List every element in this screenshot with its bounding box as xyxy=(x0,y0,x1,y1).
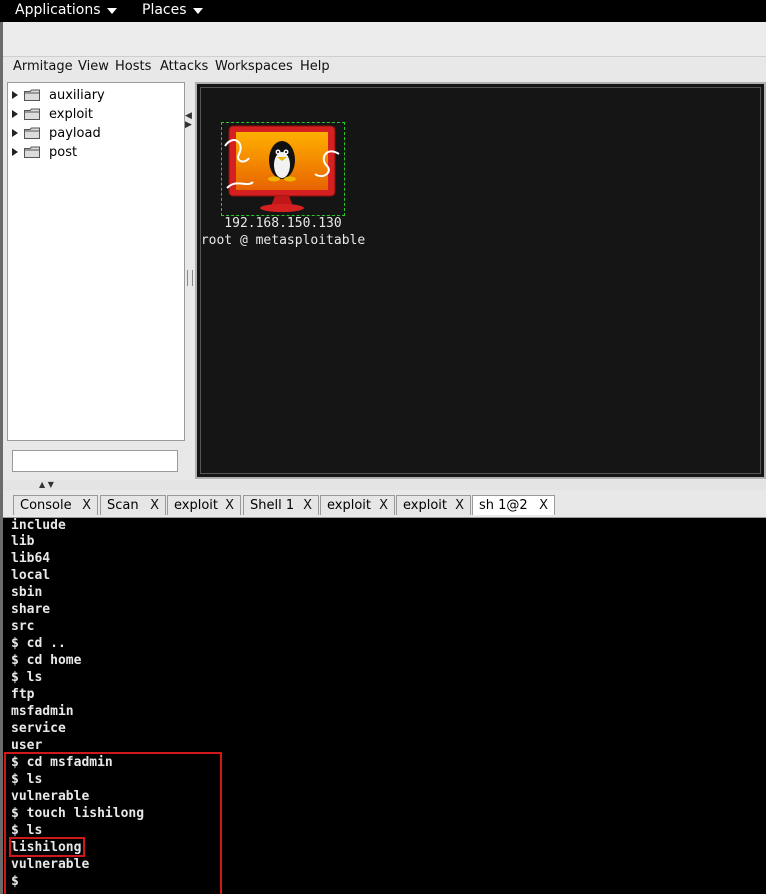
tree-item-auxiliary[interactable]: auxiliary xyxy=(12,86,105,104)
annotation-highlight-box xyxy=(4,752,222,894)
console-line: sbin xyxy=(11,585,43,600)
tab-exploit[interactable]: exploit X xyxy=(396,495,471,515)
tab-label: Scan xyxy=(107,498,139,513)
folder-icon xyxy=(24,127,40,139)
tab-exploit[interactable]: exploit X xyxy=(167,495,241,515)
console-line: share xyxy=(11,602,51,617)
close-icon[interactable]: X xyxy=(303,498,312,513)
tree-item-label: payload xyxy=(49,125,101,141)
console-line: $ cd home xyxy=(11,653,82,668)
close-icon[interactable]: X xyxy=(455,498,464,513)
expand-arrow-icon[interactable] xyxy=(12,91,18,99)
console-line: local xyxy=(11,568,51,583)
close-icon[interactable]: X xyxy=(539,498,548,513)
close-icon[interactable]: X xyxy=(379,498,388,513)
tree-item-post[interactable]: post xyxy=(12,143,77,161)
host-ip-label: 192.168.150.130 xyxy=(224,216,342,231)
menu-bar: Armitage View Hosts Attacks Workspaces H… xyxy=(3,57,766,79)
tree-item-exploit[interactable]: exploit xyxy=(12,105,93,123)
close-icon[interactable]: X xyxy=(150,498,159,513)
menu-view[interactable]: View xyxy=(78,59,109,74)
folder-icon xyxy=(24,89,40,101)
tab-label: Shell 1 xyxy=(250,498,295,513)
tab-shell-1[interactable]: Shell 1 X xyxy=(243,495,319,515)
places-menu[interactable]: Places xyxy=(142,2,203,18)
chevron-down-icon xyxy=(192,7,203,14)
tree-item-label: post xyxy=(49,144,78,160)
compromised-host-icon[interactable] xyxy=(223,124,343,214)
console-line: lib xyxy=(11,534,35,549)
tab-label: exploit xyxy=(174,498,218,513)
console-tabs: Console X Scan X exploit X Shell 1 X exp… xyxy=(3,493,766,518)
expand-arrow-icon[interactable] xyxy=(12,110,18,118)
applications-label: Applications xyxy=(15,2,101,18)
console-line: ftp xyxy=(11,687,35,702)
expand-arrow-icon[interactable] xyxy=(12,148,18,156)
horizontal-splitter[interactable]: ▲ ▼ xyxy=(3,480,766,490)
console-line: src xyxy=(11,619,35,634)
console-line: $ cd .. xyxy=(11,636,66,651)
console-line: include xyxy=(11,518,66,533)
console-line: service xyxy=(11,721,66,736)
tab-label: sh 1@2 xyxy=(479,498,528,513)
splitter-arrows-icon[interactable]: ▲ ▼ xyxy=(39,480,54,489)
splitter-arrows-icon[interactable]: ◀ ▶ xyxy=(185,112,193,142)
menu-hosts[interactable]: Hosts xyxy=(115,59,151,74)
expand-arrow-icon[interactable] xyxy=(12,129,18,137)
tab-exploit[interactable]: exploit X xyxy=(320,495,395,515)
close-icon[interactable]: X xyxy=(82,498,91,513)
console-line: msfadmin xyxy=(11,704,74,719)
folder-icon xyxy=(24,108,40,120)
tab-scan[interactable]: Scan X xyxy=(100,495,166,515)
menu-attacks[interactable]: Attacks xyxy=(160,59,208,74)
tree-item-payload[interactable]: payload xyxy=(12,124,101,142)
places-label: Places xyxy=(142,2,187,18)
menu-workspaces[interactable]: Workspaces xyxy=(215,59,293,74)
menu-help[interactable]: Help xyxy=(300,59,330,74)
tree-item-label: auxiliary xyxy=(49,87,105,103)
splitter-grip[interactable] xyxy=(187,270,193,286)
tab-label: Console xyxy=(20,498,72,513)
module-tree: auxiliary exploit payload post xyxy=(7,82,185,441)
chevron-down-icon xyxy=(106,7,117,14)
host-session-label: root @ metasploitable xyxy=(200,233,366,248)
menu-armitage[interactable]: Armitage xyxy=(13,59,73,74)
tree-item-label: exploit xyxy=(49,106,93,122)
console-line: lib64 xyxy=(11,551,51,566)
title-toolbar xyxy=(3,22,766,57)
tab-label: exploit xyxy=(327,498,371,513)
close-icon[interactable]: X xyxy=(225,498,234,513)
tab-console[interactable]: Console X xyxy=(13,495,98,515)
applications-menu[interactable]: Applications xyxy=(15,2,117,18)
folder-icon xyxy=(24,146,40,158)
tab-sh-1-2[interactable]: sh 1@2 X xyxy=(472,495,555,515)
module-search-input[interactable] xyxy=(12,450,178,472)
console-line: $ ls xyxy=(11,670,43,685)
top-panel: Applications Places xyxy=(0,0,766,22)
tab-label: exploit xyxy=(403,498,447,513)
annotation-highlight-file xyxy=(9,837,85,857)
